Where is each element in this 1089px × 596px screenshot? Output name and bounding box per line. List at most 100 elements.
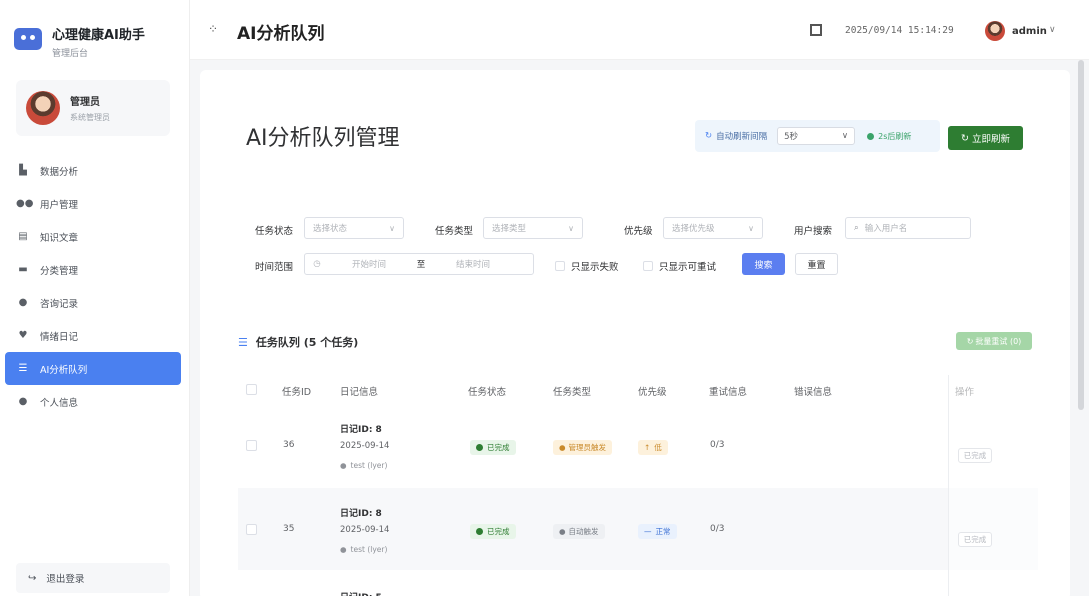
type-text: 自动触发 xyxy=(568,527,599,536)
refresh-icon: ↻ xyxy=(705,131,713,141)
priority-filter-select[interactable]: 选择优先级 ∨ xyxy=(663,217,763,239)
refresh-now-label: 立即刷新 xyxy=(971,134,1010,145)
only-failed-label: 只显示失败 xyxy=(571,262,619,273)
search-button[interactable]: 搜索 xyxy=(742,253,785,275)
top-header: ⁘ AI分析队列 2025/09/14 15:14:29 admin ∨ xyxy=(190,0,1089,60)
retry-info: 0/3 xyxy=(710,440,725,450)
folder-icon: ▬ xyxy=(18,264,28,275)
fullscreen-icon[interactable] xyxy=(810,24,822,36)
robot-logo-icon xyxy=(14,28,42,50)
brand-name: 心理健康AI助手 xyxy=(52,28,145,43)
batch-retry-label: 批量重试 (0) xyxy=(975,336,1022,346)
chevron-down-icon: ∨ xyxy=(568,223,574,233)
checkbox-box xyxy=(643,261,653,271)
time-range-picker[interactable]: ◷ 开始时间 至 结束时间 xyxy=(304,253,534,275)
row-checkbox[interactable] xyxy=(246,524,257,535)
batch-retry-button[interactable]: ↻ 批量重试 (0) xyxy=(956,332,1032,350)
user-card: 管理员 系统管理员 xyxy=(16,80,170,136)
check-circle-icon xyxy=(476,444,483,451)
person-icon: ● xyxy=(18,396,28,407)
refresh-interval-select[interactable]: 5秒 ∨ xyxy=(777,127,856,145)
sidebar-item-users[interactable]: ●● 用户管理 xyxy=(0,187,190,220)
chart-icon: ▙ xyxy=(19,165,27,176)
range-separator: 至 xyxy=(416,260,426,270)
sidebar: 心理健康AI助手 管理后台 管理员 系统管理员 ▙ 数据分析 ●● 用户管理 ▤… xyxy=(0,0,190,596)
status-filter-label: 任务状态 xyxy=(255,226,294,237)
status-filter-select[interactable]: 选择状态 ∨ xyxy=(304,217,404,239)
diary-id: 日记ID: 8 xyxy=(340,425,382,435)
page-title: AI分析队列管理 xyxy=(246,126,400,151)
user-role: 系统管理员 xyxy=(70,113,110,122)
collapse-sidebar-icon[interactable]: ⁘ xyxy=(208,22,218,36)
sidebar-item-profile[interactable]: ● 个人信息 xyxy=(0,385,190,418)
user-search-label: 用户搜索 xyxy=(794,226,833,237)
row-checkbox[interactable] xyxy=(246,440,257,451)
search-icon: ⌕ xyxy=(854,223,859,233)
main-content: AI分析队列管理 ↻ 自动刷新间隔 5秒 ∨ 2s后刷新 ↻ 立即刷新 任务状态 xyxy=(190,60,1089,596)
header-username[interactable]: admin xyxy=(1012,26,1047,37)
interval-value: 5秒 xyxy=(784,132,799,142)
column-header-priority: 优先级 xyxy=(638,387,667,398)
column-header-status: 任务状态 xyxy=(468,387,507,398)
reset-button[interactable]: 重置 xyxy=(795,253,838,275)
logout-button[interactable]: ↪ 退出登录 xyxy=(16,563,170,593)
refresh-icon: ↻ xyxy=(966,336,974,346)
auto-refresh-label: 自动刷新间隔 xyxy=(716,132,768,142)
book-icon: ▤ xyxy=(18,231,28,242)
logout-icon: ↪ xyxy=(28,572,37,584)
sidebar-item-ai-queue[interactable]: ☰ AI分析队列 xyxy=(5,352,181,385)
sidebar-item-label: 用户管理 xyxy=(40,199,79,211)
only-failed-checkbox[interactable]: 只显示失败 xyxy=(555,259,619,273)
status-badge: 已完成 xyxy=(470,440,516,455)
header-datetime: 2025/09/14 15:14:29 xyxy=(845,25,954,36)
column-header-task-id: 任务ID xyxy=(282,387,312,398)
status-text: 已完成 xyxy=(487,443,510,452)
refresh-now-button[interactable]: ↻ 立即刷新 xyxy=(948,126,1023,150)
sidebar-item-label: 咨询记录 xyxy=(40,298,79,310)
task-list-title-text: 任务队列 (5 个任务) xyxy=(255,336,359,349)
page-header-title: AI分析队列 xyxy=(237,24,325,44)
chevron-down-icon[interactable]: ∨ xyxy=(1049,25,1056,35)
diary-id: 日记ID: 5 xyxy=(340,590,382,596)
table-row[interactable]: 35 日记ID: 8 2025-09-14 ● test (lyer) 已完成 ●… xyxy=(238,488,1038,570)
only-retryable-checkbox[interactable]: 只显示可重试 xyxy=(643,259,716,273)
user-search-input[interactable]: ⌕ 输入用户名 xyxy=(845,217,971,239)
priority-filter-label: 优先级 xyxy=(624,226,653,237)
table-row[interactable]: 日记ID: 5 xyxy=(238,572,1038,596)
sidebar-nav: ▙ 数据分析 ●● 用户管理 ▤ 知识文章 ▬ 分类管理 ● 咨询记录 ♥ 情绪… xyxy=(0,154,190,418)
sidebar-item-mood-diary[interactable]: ♥ 情绪日记 xyxy=(0,319,190,352)
refresh-icon: ↻ xyxy=(961,132,969,144)
type-filter-label: 任务类型 xyxy=(435,226,474,237)
header-avatar[interactable] xyxy=(985,21,1005,41)
diary-user: ● test (lyer) xyxy=(340,545,387,554)
select-all-checkbox[interactable] xyxy=(246,384,257,395)
completed-action-button[interactable]: 已完成 xyxy=(958,532,992,547)
scrollbar[interactable] xyxy=(1078,60,1084,410)
time-range-label: 时间范围 xyxy=(255,262,294,273)
sidebar-item-label: 情绪日记 xyxy=(40,331,79,343)
table-row[interactable]: 36 日记ID: 8 2025-09-14 ● test (lyer) 已完成 ●… xyxy=(238,404,1038,486)
person-icon: ● xyxy=(340,545,347,554)
sidebar-item-label: 个人信息 xyxy=(40,397,79,409)
only-retryable-label: 只显示可重试 xyxy=(659,262,717,273)
auto-refresh-box: ↻ 自动刷新间隔 5秒 ∨ 2s后刷新 xyxy=(695,120,940,152)
priority-badge: — 正常 xyxy=(638,524,677,539)
check-circle-icon xyxy=(476,528,483,535)
type-filter-select[interactable]: 选择类型 ∨ xyxy=(483,217,583,239)
status-badge: 已完成 xyxy=(470,524,516,539)
checkbox-box xyxy=(555,261,565,271)
diary-user-name: test (lyer) xyxy=(350,461,388,470)
sidebar-item-consultations[interactable]: ● 咨询记录 xyxy=(0,286,190,319)
diary-user: ● test (lyer) xyxy=(340,461,387,470)
start-time-placeholder: 开始时间 xyxy=(351,260,386,270)
type-badge: ● 管理员触发 xyxy=(553,440,613,455)
user-search-placeholder: 输入用户名 xyxy=(864,224,908,234)
sidebar-item-data-analysis[interactable]: ▙ 数据分析 xyxy=(0,154,190,187)
status-filter-placeholder: 选择状态 xyxy=(313,224,348,234)
completed-action-button[interactable]: 已完成 xyxy=(958,448,992,463)
sidebar-item-articles[interactable]: ▤ 知识文章 xyxy=(0,220,190,253)
chevron-down-icon: ∨ xyxy=(841,131,849,141)
status-dot-icon xyxy=(867,132,875,140)
sidebar-item-categories[interactable]: ▬ 分类管理 xyxy=(0,253,190,286)
chat-icon: ● xyxy=(18,297,28,308)
